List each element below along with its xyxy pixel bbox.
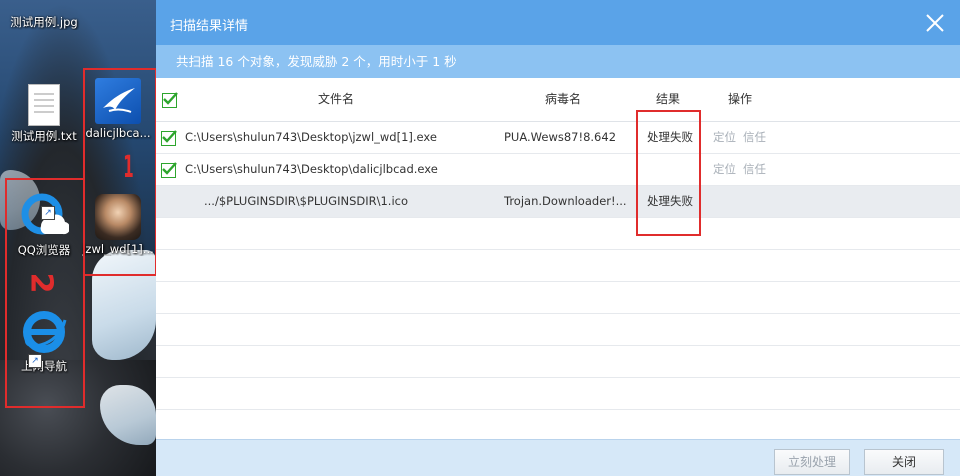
annotation-number: 1 [123,150,134,185]
desktop-icon-label: dalicjlbca... [85,126,151,140]
scan-summary: 共扫描 16 个对象，发现威胁 2 个，用时小于 1 秒 [156,45,960,78]
close-icon[interactable] [924,12,946,34]
locate-link[interactable]: 定位 [713,122,736,153]
shortcut-arrow-icon: ↗ [41,206,55,220]
table-row[interactable]: C:\Users\shulun743\Desktop\jzwl_wd[1].ex… [156,122,960,154]
desktop-icon-label: 测试用例.txt [11,129,77,143]
desktop-icon-internet-nav[interactable]: ↗ 上网导航 [6,308,82,374]
annotation-number: 2 [23,272,59,294]
empty-row [156,346,960,378]
results-table: 文件名 病毒名 结果 操作 C:\Users\shulun743\Desktop… [156,78,960,440]
header-virus-name: 病毒名 [545,92,582,106]
desktop-icon-dalicjlbcad[interactable]: dalicjlbca... [80,78,156,140]
scan-results-dialog: 扫描结果详情 共扫描 16 个对象，发现威胁 2 个，用时小于 1 秒 文件名 … [156,0,960,476]
empty-row [156,218,960,250]
dialog-titlebar: 扫描结果详情 [156,0,960,45]
select-all-checkbox[interactable] [162,92,178,108]
qq-browser-icon: ↗ [19,192,71,240]
table-row[interactable]: .../$PLUGINSDIR\$PLUGINSDIR\1.ico Trojan… [156,186,960,218]
table-row[interactable]: C:\Users\shulun743\Desktop\dalicjlbcad.e… [156,154,960,186]
desktop-icon-test-jpg[interactable]: 测试用例.jpg [6,0,82,30]
virus-name: Trojan.Downloader!... [504,194,627,208]
empty-row [156,250,960,282]
header-result: 结果 [656,92,681,106]
desktop-icon-test-txt[interactable]: 测试用例.txt [6,84,82,144]
desktop-icon-jzwl-wd[interactable]: jzwl_wd[1]... [80,194,156,256]
empty-row [156,282,960,314]
empty-row [156,314,960,346]
game-app-icon [95,194,141,240]
desktop-icon-label: 上网导航 [21,359,67,373]
ie-browser-icon: ↗ [19,308,69,368]
desktop-icon-qq-browser[interactable]: ↗ QQ浏览器 [6,192,82,258]
virus-name: PUA.Wews87!8.642 [504,130,617,144]
file-path: C:\Users\shulun743\Desktop\dalicjlbcad.e… [185,162,438,176]
result-status: 处理失败 [647,130,693,144]
shortcut-arrow-icon: ↗ [28,354,42,368]
empty-row [156,378,960,410]
desktop-icon-label: QQ浏览器 [17,243,71,257]
dialog-footer: 立刻处理 关闭 [156,439,960,476]
bird-app-icon [95,78,141,124]
header-filename: 文件名 [318,92,355,106]
process-now-button[interactable]: 立刻处理 [774,449,850,475]
trust-link[interactable]: 信任 [743,122,766,153]
file-path: .../$PLUGINSDIR\$PLUGINSDIR\1.ico [204,194,409,208]
header-action: 操作 [728,92,753,106]
empty-row [156,410,960,440]
text-file-icon [28,84,60,126]
wallpaper-ice [92,250,156,360]
dialog-title: 扫描结果详情 [170,19,249,34]
close-button[interactable]: 关闭 [864,449,944,475]
file-path: C:\Users\shulun743\Desktop\jzwl_wd[1].ex… [185,130,437,144]
row-checkbox[interactable] [161,162,177,178]
desktop-icon-label: jzwl_wd[1]... [82,242,154,256]
locate-link[interactable]: 定位 [713,154,736,185]
result-status: 处理失败 [647,194,693,208]
desktop-icon-label: 测试用例.jpg [10,15,78,29]
row-checkbox[interactable] [161,130,177,146]
table-header: 文件名 病毒名 结果 操作 [156,78,960,122]
desktop: 测试用例.jpg 测试用例.txt dalicjlbca... ↗ QQ浏览器 … [0,0,156,476]
trust-link[interactable]: 信任 [743,154,766,185]
